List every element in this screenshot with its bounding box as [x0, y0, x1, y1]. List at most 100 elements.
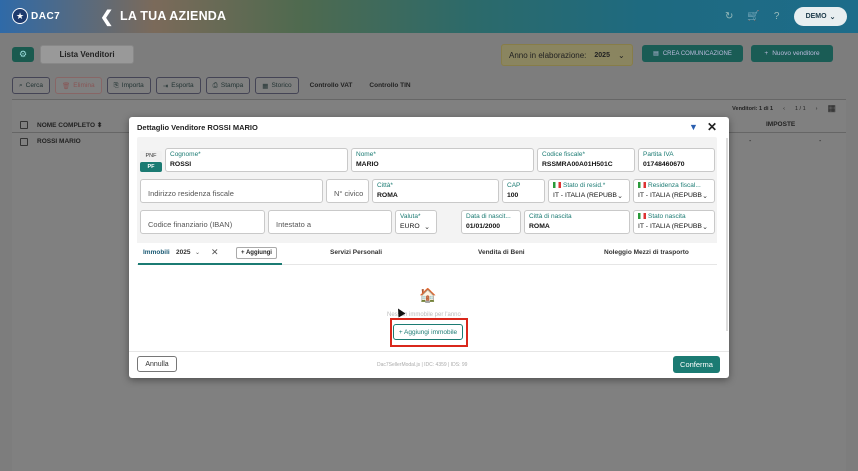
aggiungi-button[interactable]: + Aggiungi — [236, 247, 277, 259]
cerca-button[interactable]: ⌕ Cerca — [12, 77, 50, 94]
app-logo[interactable]: ★ DAC7 — [12, 8, 60, 24]
year-select[interactable]: 2025 — [176, 249, 190, 256]
italy-flag-icon — [638, 182, 646, 188]
residenza-fiscale-value: IT - ITALIA (REPUBB — [638, 192, 702, 199]
cognome-value: ROSSI — [170, 161, 192, 168]
nome-field[interactable]: Nome* MARIO — [351, 148, 534, 172]
persona-type-toggle: PNF PF — [140, 151, 163, 173]
data-nascita-field[interactable]: Data di nascit... 01/01/2000 — [461, 210, 521, 234]
tab-noleggio[interactable]: Noleggio Mezzi di trasporto — [604, 249, 689, 256]
iban-field[interactable]: Codice finanziario (IBAN) — [140, 210, 265, 234]
header-nome[interactable]: NOME COMPLETO ⬍ — [37, 121, 102, 129]
intestato-placeholder: Intestato a — [276, 220, 312, 229]
intestato-field[interactable]: Intestato a — [268, 210, 392, 234]
nuovo-venditore-button[interactable]: + Nuovo venditore — [751, 45, 833, 62]
controllo-vat-button[interactable]: Controllo VAT — [304, 77, 359, 94]
stato-residenza-label: Stato di resid.* — [563, 182, 606, 189]
cap-field[interactable]: CAP 100 — [502, 179, 545, 203]
valuta-select[interactable]: Valuta* EURO ⌄ — [395, 210, 437, 234]
trash-icon: 🗑 — [61, 82, 71, 90]
import-icon: ⎘ — [113, 81, 119, 89]
importa-label: Importa — [121, 82, 144, 89]
citta-label: Città* — [377, 182, 393, 189]
civico-field[interactable]: N° civico — [326, 179, 369, 203]
prev-page-icon[interactable]: ‹ — [783, 106, 785, 112]
citta-nascita-field[interactable]: Città di nascita ROMA — [524, 210, 630, 234]
print-icon: ⎙ — [212, 81, 218, 89]
row-name: ROSSI MARIO — [37, 138, 81, 145]
immobili-panel: 🏠 Nessun immobile per l'anno + Aggiungi … — [137, 265, 717, 350]
cognome-field[interactable]: Cognome* ROSSI — [165, 148, 348, 172]
tab-immobili[interactable]: Immobili — [143, 249, 170, 256]
aggiungi-immobile-button[interactable]: + Aggiungi immobile — [393, 324, 463, 340]
stampa-button[interactable]: ⎙ Stampa — [205, 77, 251, 94]
controllo-tin-button[interactable]: Controllo TIN — [363, 77, 416, 94]
stato-residenza-value: IT - ITALIA (REPUBB — [553, 192, 617, 199]
partita-iva-label: Partita IVA — [643, 151, 674, 158]
valuta-value: EURO — [400, 223, 420, 230]
annulla-button[interactable]: Annulla — [137, 356, 177, 372]
modal-scrollbar[interactable] — [726, 138, 728, 331]
crea-comunicazione-button[interactable]: ▤ CREA COMUNICAZIONE — [642, 45, 743, 62]
table-meta: Venditori: 1 di 1 ‹ 1 / 1 › ▦ — [732, 103, 836, 114]
select-all-checkbox[interactable] — [20, 121, 28, 129]
chevron-down-icon[interactable]: ⌄ — [195, 249, 200, 256]
citta-nascita-label: Città di nascita — [529, 213, 572, 220]
columns-icon[interactable]: ▦ — [827, 103, 836, 114]
house-icon: 🏠 — [419, 287, 437, 303]
row-checkbox[interactable] — [20, 138, 28, 146]
filter-icon[interactable]: ▼ — [689, 122, 698, 132]
footer-info: Dac7SellerModal.js | IDC: 4359 | IDS: 99 — [377, 362, 468, 368]
next-page-icon[interactable]: › — [816, 106, 818, 112]
stato-nascita-select[interactable]: Stato nascita IT - ITALIA (REPUBB ⌄ — [633, 210, 715, 234]
residenza-fiscale-select[interactable]: Residenza fiscal... IT - ITALIA (REPUBB … — [633, 179, 715, 203]
codice-fiscale-value: RSSMRA00A01H501C — [542, 161, 613, 168]
cap-label: CAP — [507, 182, 521, 189]
pnf-toggle[interactable]: PNF — [140, 151, 162, 161]
anno-label: Anno in elaborazione: — [509, 50, 587, 60]
tab-servizi-personali[interactable]: Servizi Personali — [330, 249, 382, 256]
stato-residenza-select[interactable]: Stato di resid.* IT - ITALIA (REPUBB ⌄ — [548, 179, 630, 203]
nuovo-label: Nuovo venditore — [772, 50, 820, 57]
close-icon[interactable]: ✕ — [707, 120, 717, 134]
modal-body: PNF PF Cognome* ROSSI Nome* MARIO Codice… — [137, 137, 717, 350]
help-icon[interactable]: ? — [774, 11, 780, 22]
conferma-button[interactable]: Conferma — [673, 356, 720, 373]
pf-toggle[interactable]: PF — [140, 162, 162, 172]
crea-label: CREA COMUNICAZIONE — [662, 50, 732, 57]
category-tabs: Immobili 2025 ⌄ ✕ + Aggiungi Servizi Per… — [137, 243, 717, 265]
row-cell: - — [819, 138, 822, 145]
user-menu-button[interactable]: DEMO ⌄ — [794, 7, 847, 26]
elimina-button[interactable]: 🗑 Elimina — [54, 77, 102, 94]
cap-value: 100 — [507, 192, 519, 199]
plus-icon: + — [764, 50, 769, 57]
header-imposte[interactable]: IMPOSTE — [766, 121, 795, 128]
star-icon: ★ — [12, 8, 28, 24]
user-menu-label: DEMO — [805, 13, 827, 20]
indirizzo-field[interactable]: Indirizzo residenza fiscale — [140, 179, 323, 203]
row-cell: - — [749, 138, 752, 145]
tab-lista-venditori[interactable]: Lista Venditori — [40, 45, 134, 64]
refresh-icon[interactable]: ↻ — [725, 11, 733, 22]
venditore-detail-modal: Dettaglio Venditore ROSSI MARIO ▼ ✕ PNF … — [129, 117, 729, 378]
anno-value: 2025 — [594, 51, 610, 59]
cart-icon[interactable]: 🛒 — [747, 11, 759, 22]
esporta-button[interactable]: ⇥ Esporta — [155, 77, 201, 94]
codice-fiscale-field[interactable]: Codice fiscale* RSSMRA00A01H501C — [537, 148, 635, 172]
citta-field[interactable]: Città* ROMA — [372, 179, 499, 203]
storico-button[interactable]: ▦ Storico — [255, 77, 299, 94]
back-arrow-icon[interactable]: ❮ — [100, 7, 113, 27]
residenza-fiscale-label: Residenza fiscal... — [648, 182, 701, 189]
settings-button[interactable]: ⚙ — [12, 47, 34, 62]
record-count: Venditori: 1 di 1 — [732, 105, 774, 112]
tab-vendita-beni[interactable]: Vendita di Beni — [478, 249, 525, 256]
partita-iva-field[interactable]: Partita IVA 01748460670 — [638, 148, 715, 172]
chevron-down-icon: ⌄ — [829, 13, 836, 21]
history-icon: ▦ — [262, 82, 269, 90]
clear-icon[interactable]: ✕ — [211, 247, 219, 258]
importa-button[interactable]: ⎘ Importa — [106, 77, 151, 94]
modal-title: Dettaglio Venditore ROSSI MARIO — [137, 123, 258, 132]
esporta-label: Esporta — [171, 82, 194, 89]
chevron-down-icon: ⌄ — [617, 50, 625, 60]
anno-selector[interactable]: Anno in elaborazione: 2025 ⌄ — [501, 44, 633, 66]
